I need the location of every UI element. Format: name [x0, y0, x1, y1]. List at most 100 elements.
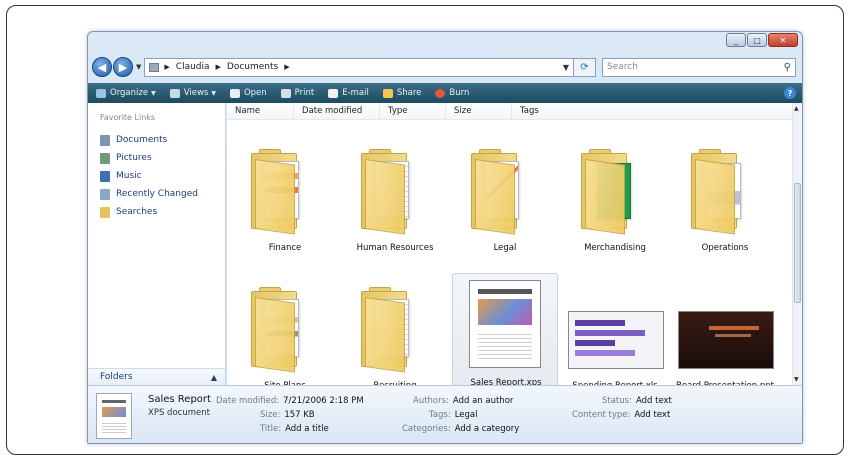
breadcrumb-separator-icon[interactable]: ▶	[164, 63, 169, 71]
field-label: Status:	[602, 396, 632, 406]
field-value: 7/21/2006 2:18 PM	[283, 396, 364, 406]
music-icon	[100, 170, 110, 182]
toolbar-views[interactable]: Views ▼	[169, 88, 216, 98]
field-label: Authors:	[413, 396, 449, 406]
nav-link-label: Searches	[116, 207, 158, 217]
nav-link-label: Music	[116, 171, 142, 181]
vertical-scrollbar[interactable]: ▲ ▼	[792, 103, 802, 385]
toolbar-label: Print	[294, 88, 315, 98]
toolbar-label: Organize	[110, 88, 149, 98]
field-value[interactable]: Legal	[455, 410, 478, 420]
field-label: Content type:	[572, 410, 631, 420]
field-label: Title:	[260, 424, 282, 434]
breadcrumb-documents[interactable]: Documents	[227, 62, 278, 72]
nav-link-pictures[interactable]: Pictures	[100, 149, 198, 167]
field-value[interactable]: Add text	[634, 410, 670, 420]
toolbar-email[interactable]: E-mail	[328, 88, 369, 98]
favorite-links-heading: Favorite Links	[100, 113, 156, 122]
burn-icon	[435, 88, 446, 98]
minimize-button[interactable]: _	[726, 33, 746, 47]
toolbar-organize[interactable]: Organize ▼	[96, 88, 156, 98]
toolbar-print[interactable]: Print	[280, 88, 315, 98]
details-file-type: XPS document	[148, 408, 210, 418]
command-toolbar: Organize ▼ Views ▼ Open Print E-mail Sha…	[88, 83, 802, 103]
folders-label: Folders	[100, 372, 133, 382]
toolbar-label: Burn	[449, 88, 470, 98]
recent-pages-dropdown-icon[interactable]: ▼	[136, 63, 141, 71]
breadcrumb-claudia[interactable]: Claudia	[176, 62, 210, 72]
details-tags[interactable]: Tags: Legal	[429, 410, 477, 420]
column-header-type[interactable]: Type	[380, 103, 446, 119]
field-value: 157 KB	[284, 410, 315, 420]
folder-icon	[361, 287, 431, 373]
file-item-legal[interactable]: Legal	[455, 143, 555, 253]
file-item-sales-report[interactable]: Sales Report.xps	[452, 273, 558, 393]
file-item-recruiting[interactable]: Recruiting	[345, 281, 445, 391]
nav-link-label: Pictures	[116, 153, 152, 163]
field-label: Tags:	[429, 410, 451, 420]
field-value[interactable]: Add text	[636, 396, 672, 406]
breadcrumb-separator-icon[interactable]: ▶	[216, 63, 221, 71]
nav-link-label: Recently Changed	[116, 189, 198, 199]
documents-icon	[100, 134, 110, 146]
back-button[interactable]: ◀	[92, 57, 112, 77]
file-item-board-presentation[interactable]: Board Presentation.ppt	[675, 281, 775, 391]
file-item-human-resources[interactable]: Human Resources	[345, 143, 445, 253]
folder-icon	[581, 149, 651, 235]
file-item-operations[interactable]: Operations	[675, 143, 775, 253]
details-content-type[interactable]: Content type: Add text	[572, 410, 670, 420]
ppt-presentation-thumbnail	[678, 311, 774, 369]
nav-link-searches[interactable]: Searches	[100, 203, 198, 221]
search-icon[interactable]: ⚲	[784, 62, 791, 73]
column-header-date-modified[interactable]: Date modified	[294, 103, 380, 119]
field-value[interactable]: Add a title	[285, 424, 329, 434]
print-icon	[280, 88, 291, 98]
address-dropdown-icon[interactable]: ▼	[563, 63, 569, 72]
folder-icon	[251, 287, 321, 373]
file-item-site-plans[interactable]: Site Plans	[235, 281, 335, 391]
scroll-down-icon[interactable]: ▼	[794, 376, 799, 383]
scroll-up-icon[interactable]: ▲	[794, 105, 799, 112]
column-header-size[interactable]: Size	[446, 103, 512, 119]
column-header-name[interactable]: Name	[227, 103, 294, 119]
forward-button[interactable]: ▶	[113, 57, 133, 77]
file-item-spending-report[interactable]: Spending Report.xls	[565, 281, 665, 391]
file-item-finance[interactable]: Finance	[235, 143, 335, 253]
folders-toggle[interactable]: Folders ▲	[88, 368, 225, 385]
search-input[interactable]: Search ⚲	[602, 57, 796, 77]
share-icon	[382, 88, 393, 98]
details-status[interactable]: Status: Add text	[602, 396, 672, 406]
details-categories[interactable]: Categories: Add a category	[402, 424, 519, 434]
toolbar-label: Share	[396, 88, 422, 98]
maximize-button[interactable]: □	[747, 33, 767, 47]
field-value[interactable]: Add an author	[453, 396, 513, 406]
details-size: Size: 157 KB	[260, 410, 315, 420]
column-header-tags[interactable]: Tags	[512, 103, 582, 119]
file-item-merchandising[interactable]: Merchandising	[565, 143, 665, 253]
navigation-pane: Favorite Links Documents Pictures Music …	[88, 103, 226, 385]
toolbar-label: Open	[243, 88, 267, 98]
help-icon[interactable]: ?	[784, 87, 796, 99]
nav-link-documents[interactable]: Documents	[100, 131, 198, 149]
column-headers: Name Date modified Type Size Tags	[227, 103, 792, 120]
details-title[interactable]: Title: Add a title	[260, 424, 329, 434]
field-value[interactable]: Add a category	[455, 424, 520, 434]
nav-link-recently-changed[interactable]: Recently Changed	[100, 185, 198, 203]
refresh-button[interactable]: ⟳	[574, 57, 596, 77]
address-bar[interactable]: ▶ Claudia ▶ Documents ▶ ▼	[144, 57, 574, 77]
views-icon	[169, 88, 180, 98]
file-label: Legal	[493, 243, 517, 253]
close-button[interactable]: ✕	[768, 33, 798, 47]
folder-icon	[251, 149, 321, 235]
chevron-up-icon: ▲	[210, 372, 217, 382]
details-authors[interactable]: Authors: Add an author	[413, 396, 513, 406]
toolbar-share[interactable]: Share	[382, 88, 422, 98]
scrollbar-thumb[interactable]	[794, 183, 801, 303]
file-label: Merchandising	[584, 243, 646, 253]
toolbar-burn[interactable]: Burn	[435, 88, 469, 98]
xps-document-thumbnail	[469, 280, 541, 368]
nav-link-music[interactable]: Music	[100, 167, 198, 185]
toolbar-open[interactable]: Open	[229, 88, 267, 98]
breadcrumb-separator-icon[interactable]: ▶	[284, 63, 289, 71]
folder-icon	[471, 149, 541, 235]
